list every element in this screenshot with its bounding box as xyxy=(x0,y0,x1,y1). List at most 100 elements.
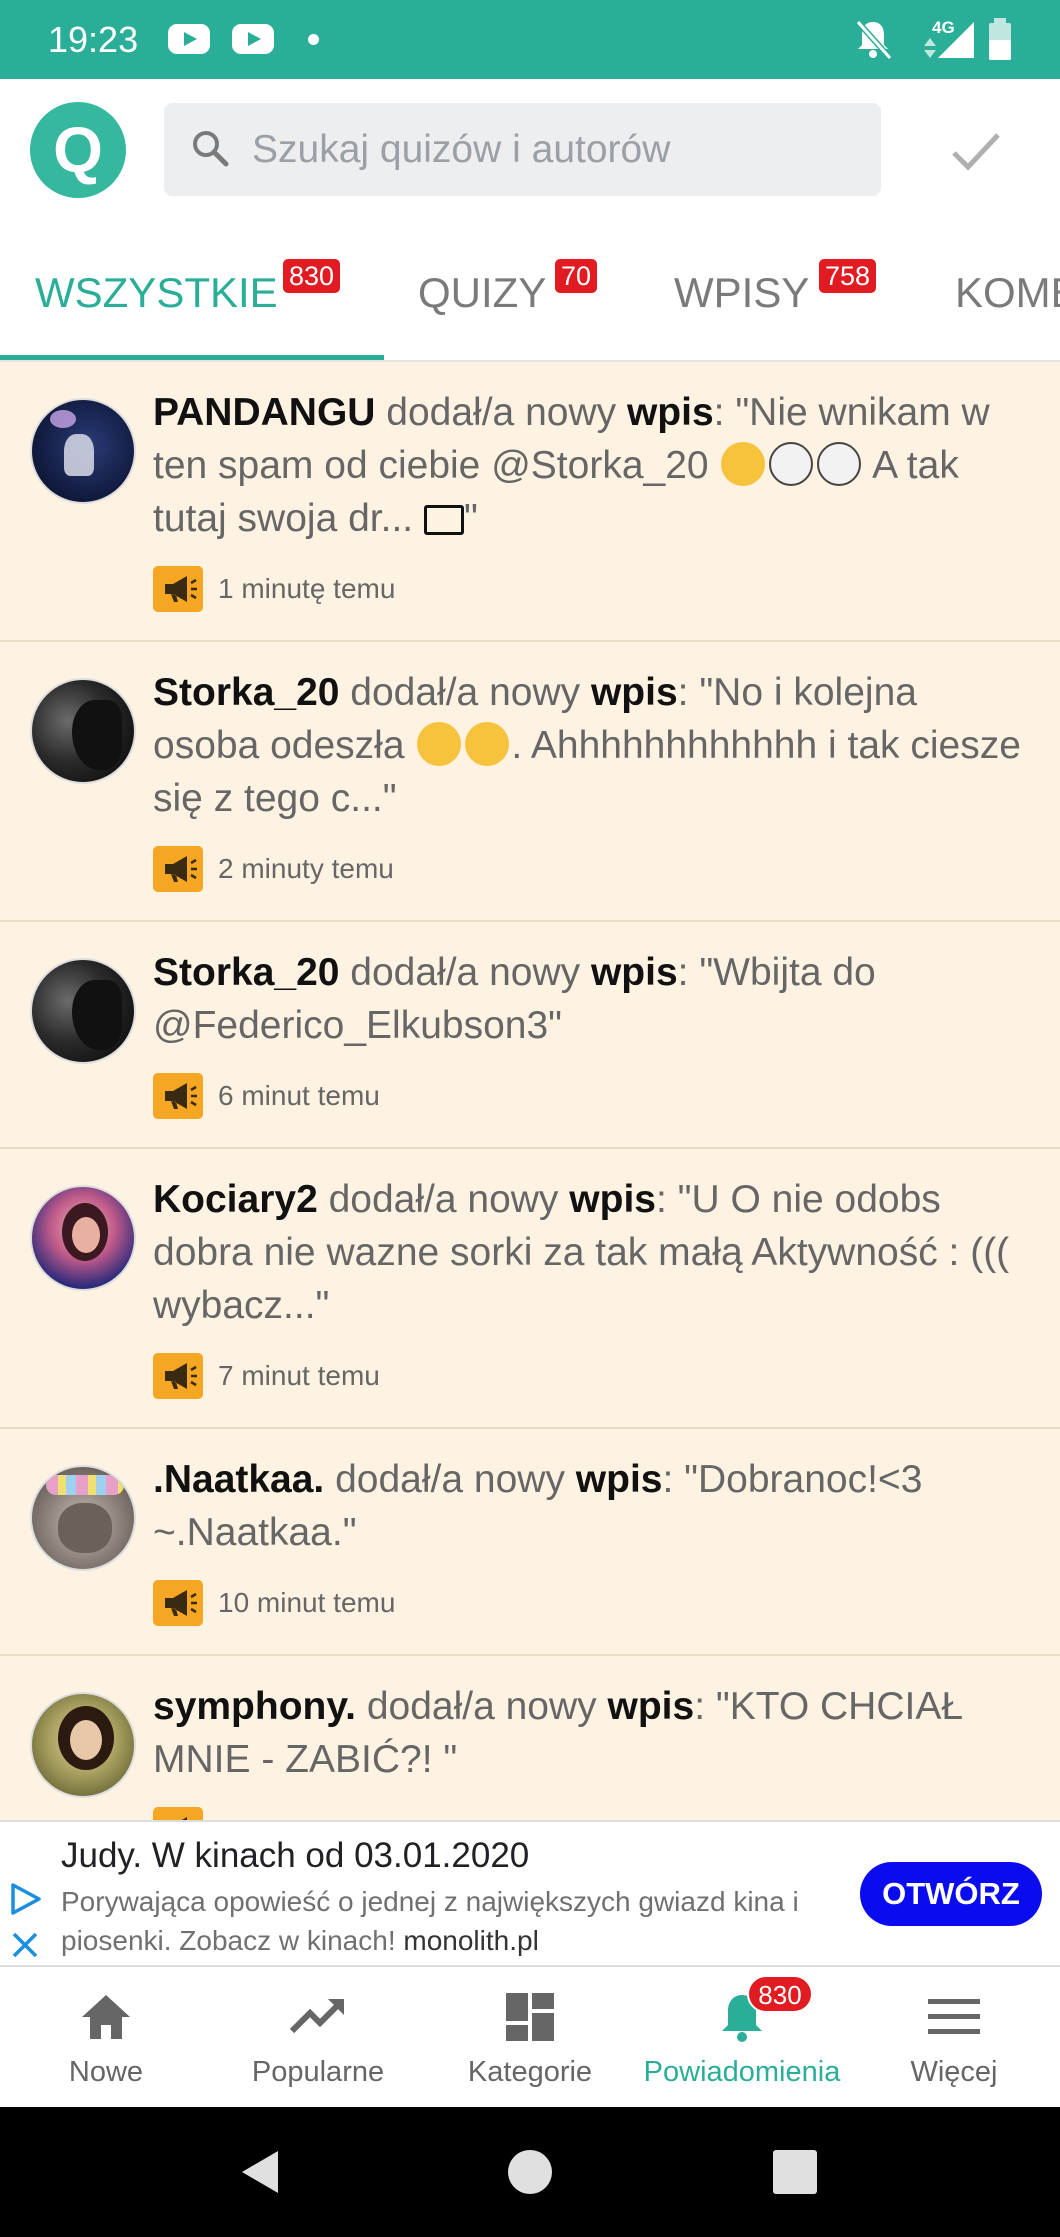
tab-badge: 758 xyxy=(819,259,877,293)
user-avatar[interactable] xyxy=(30,678,136,784)
tab-comments[interactable]: KOMENTARZE xyxy=(955,265,1060,321)
feed-item-text: symphony. dodał/a nowy wpis: "KTO CHCIAŁ… xyxy=(153,1680,1033,1786)
close-ad-icon[interactable] xyxy=(10,1930,40,1960)
tab-posts[interactable]: WPISY 758 xyxy=(674,259,877,321)
home-button-icon[interactable] xyxy=(503,2145,557,2199)
username[interactable]: Storka_20 xyxy=(153,671,339,714)
mark-all-read-icon[interactable] xyxy=(948,123,1004,179)
user-avatar[interactable] xyxy=(30,958,136,1064)
tab-all[interactable]: WSZYSTKIE 830 xyxy=(35,259,341,321)
ad-banner[interactable]: Judy. W kinach od 03.01.2020 Porywająca … xyxy=(0,1820,1060,1967)
post-excerpt-end: " xyxy=(463,497,478,540)
ad-open-button[interactable]: OTWÓRZ xyxy=(860,1862,1042,1926)
ad-title[interactable]: Judy. W kinach od 03.01.2020 xyxy=(61,1834,529,1878)
tab-badge: 70 xyxy=(555,259,598,293)
more-notifications-icon xyxy=(308,34,319,45)
user-avatar[interactable] xyxy=(30,398,136,504)
panda-emoji-icon xyxy=(817,442,862,486)
pensive-emoji-icon xyxy=(417,722,462,766)
feed-item[interactable]: Storka_20 dodał/a nowy wpis: "Wbijta do … xyxy=(0,922,1060,1149)
tab-badge: 830 xyxy=(283,259,341,293)
username[interactable]: symphony. xyxy=(153,1685,356,1728)
nav-item-popular[interactable]: Popularne xyxy=(212,1967,424,2107)
post-type: wpis xyxy=(626,391,714,434)
youtube-notification-icon xyxy=(232,24,274,54)
megaphone-icon xyxy=(153,1073,203,1119)
youtube-notification-icon xyxy=(168,24,210,54)
action-text: dodał/a nowy xyxy=(317,1178,570,1221)
post-type: wpis xyxy=(575,1458,663,1501)
username[interactable]: Kociary2 xyxy=(153,1178,318,1221)
battery-icon xyxy=(989,18,1011,60)
megaphone-icon xyxy=(153,846,203,892)
feed-item[interactable]: .Naatkaa. dodał/a nowy wpis: "Dobranoc!<… xyxy=(0,1429,1060,1656)
action-text: dodał/a nowy xyxy=(339,951,591,994)
status-time: 19:23 xyxy=(48,19,139,60)
feed-item-text: Storka_20 dodał/a nowy wpis: "No i kolej… xyxy=(153,666,1033,825)
recent-apps-icon[interactable] xyxy=(768,2145,822,2199)
timestamp: 2 minuty temu xyxy=(218,853,394,884)
nav-item-categories[interactable]: Kategorie xyxy=(424,1967,636,2107)
action-text: dodał/a nowy xyxy=(375,391,627,434)
nav-item-more[interactable]: Więcej xyxy=(848,1967,1060,2107)
notification-count-badge: 830 xyxy=(747,1975,813,2013)
user-avatar[interactable] xyxy=(30,1185,136,1291)
feed-item-text: Kociary2 dodał/a nowy wpis: "U O nie odo… xyxy=(153,1173,1033,1332)
tab-label: WPISY xyxy=(674,269,810,316)
user-avatar[interactable] xyxy=(30,1692,136,1798)
post-type: wpis xyxy=(590,671,678,714)
status-bar: 19:23 4G xyxy=(0,0,1060,79)
feed-item[interactable]: symphony. dodał/a nowy wpis: "KTO CHCIAŁ… xyxy=(0,1656,1060,1820)
timestamp: 6 minut temu xyxy=(218,1080,380,1111)
feed-item[interactable]: Kociary2 dodał/a nowy wpis: "U O nie odo… xyxy=(0,1149,1060,1429)
ad-url[interactable]: monolith.pl xyxy=(403,1925,538,1956)
notification-tabs: WSZYSTKIE 830 QUIZY 70 WPISY 758 KOMENTA… xyxy=(0,219,1060,362)
image-icon xyxy=(423,505,464,535)
timestamp: 1 minutę temu xyxy=(218,573,396,604)
home-icon xyxy=(82,1995,130,2039)
laughing-emoji-icon xyxy=(721,442,766,486)
notification-feed: PANDANGU dodał/a nowy wpis: "Nie wnikam … xyxy=(0,362,1060,1820)
tab-quizzes[interactable]: QUIZY 70 xyxy=(418,259,598,321)
nav-label: Powiadomienia xyxy=(643,2056,841,2088)
app-logo[interactable]: Q xyxy=(30,102,126,198)
nav-item-new[interactable]: Nowe xyxy=(0,1967,212,2107)
feed-item[interactable]: Storka_20 dodał/a nowy wpis: "No i kolej… xyxy=(0,642,1060,922)
back-icon[interactable] xyxy=(234,2145,288,2199)
action-text: dodał/a nowy xyxy=(339,671,591,714)
dashboard-icon xyxy=(506,1993,554,2041)
feed-item-text: PANDANGU dodał/a nowy wpis: "Nie wnikam … xyxy=(153,386,1033,545)
feed-item-text: Storka_20 dodał/a nowy wpis: "Wbijta do … xyxy=(153,946,1033,1052)
username[interactable]: Storka_20 xyxy=(153,951,339,994)
nav-item-notifications[interactable]: 830 Powiadomienia xyxy=(636,1967,848,2107)
bottom-navigation: Nowe Popularne Kategorie 830 Powiadomien… xyxy=(0,1967,1060,2107)
timestamp: 7 minut temu xyxy=(218,1360,380,1391)
post-type: wpis xyxy=(590,951,678,994)
user-avatar[interactable] xyxy=(30,1465,136,1571)
ad-choices-icon[interactable] xyxy=(8,1882,42,1916)
tab-label: KOMENTARZE xyxy=(955,269,1060,316)
search-input[interactable] xyxy=(252,103,852,196)
megaphone-icon xyxy=(153,1580,203,1626)
username[interactable]: .Naatkaa. xyxy=(153,1458,324,1501)
panda-emoji-icon xyxy=(769,442,814,486)
megaphone-icon xyxy=(153,1807,203,1820)
action-text: dodał/a nowy xyxy=(324,1458,576,1501)
timestamp: 10 minut temu xyxy=(218,1587,396,1618)
tab-label: QUIZY xyxy=(418,269,547,316)
menu-icon xyxy=(928,1999,980,2034)
signal-icon xyxy=(924,22,974,58)
ad-description: Porywająca opowieść o jednej z największ… xyxy=(61,1882,851,1960)
feed-item[interactable]: PANDANGU dodał/a nowy wpis: "Nie wnikam … xyxy=(0,362,1060,642)
pensive-emoji-icon xyxy=(465,722,510,766)
nav-label: Popularne xyxy=(251,2056,385,2088)
megaphone-icon xyxy=(153,566,203,612)
megaphone-icon xyxy=(153,1353,203,1399)
username[interactable]: PANDANGU xyxy=(153,391,375,434)
nav-label: Nowe xyxy=(68,2056,144,2088)
nav-label: Więcej xyxy=(910,2056,998,2088)
post-type: wpis xyxy=(569,1178,656,1221)
system-navigation-bar xyxy=(0,2107,1060,2237)
search-box[interactable] xyxy=(164,103,881,196)
trending-icon xyxy=(289,1999,344,2034)
